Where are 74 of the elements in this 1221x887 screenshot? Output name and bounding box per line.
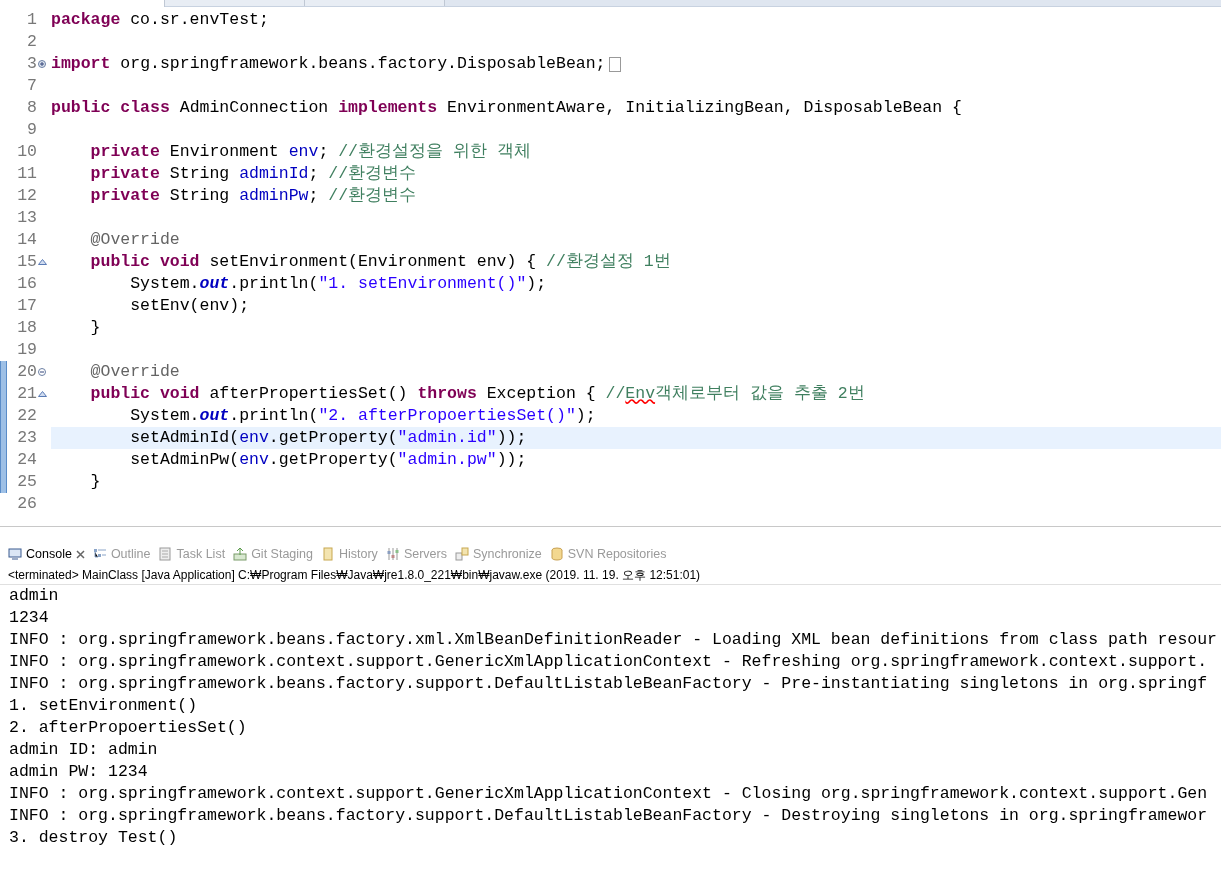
console-line: INFO : org.springframework.context.support.GenericXmlApplicationContext - Refreshing org.springframework.context.support. xyxy=(9,650,1208,673)
line-number: 23 xyxy=(17,426,37,449)
collapse-icon[interactable] xyxy=(38,368,46,376)
line-number: 22 xyxy=(17,404,37,427)
override-icon xyxy=(38,259,47,265)
code-line: package co.sr.envTest; xyxy=(51,8,269,31)
code-line: public class AdminConnection implements EnvironmentAware, InitializingBean, DisposableBean { xyxy=(51,96,962,119)
code-line: import org.springframework.beans.factory.DisposableBean; xyxy=(51,52,606,75)
line-number: 24 xyxy=(17,448,37,471)
clipboard-icon xyxy=(158,547,173,561)
code-line: private String adminId; //환경변수 xyxy=(89,162,417,185)
code-line: } xyxy=(89,470,101,493)
line-number: 20 xyxy=(17,360,37,383)
line-number: 15 xyxy=(17,250,37,273)
code-line: setAdminPw(env.getProperty("admin.pw")); xyxy=(129,448,527,471)
expand-icon[interactable] xyxy=(38,60,46,68)
monitor-icon xyxy=(8,547,22,561)
console-line: 2. afterPropoertiesSet() xyxy=(9,716,247,739)
console-status: <terminated> MainClass [Java Application] C:₩Program Files₩Java₩jre1.8.0_221₩bin₩javaw.exe (2019. 11. 19. 오후 12:51:01) xyxy=(8,566,701,584)
line-number: 8 xyxy=(27,96,37,119)
line-number: 7 xyxy=(27,74,37,97)
view-tab[interactable]: History xyxy=(316,543,382,565)
close-icon[interactable] xyxy=(75,549,85,559)
code-line: setAdminId(env.getProperty("admin.id")); xyxy=(129,426,527,449)
code-line: @Override xyxy=(89,228,180,251)
line-number: 13 xyxy=(17,206,37,229)
view-tab[interactable]: Task List xyxy=(154,543,230,565)
console-line: 3. destroy Test() xyxy=(9,826,178,849)
view-tab[interactable]: Git Staging xyxy=(229,543,317,565)
view-tab[interactable]: Synchronize xyxy=(450,543,546,565)
console-line: INFO : org.springframework.beans.factory.xml.XmlBeanDefinitionReader - Loading XML bean definitions from class path resour xyxy=(9,628,1217,651)
console-line: INFO : org.springframework.beans.factory.support.DefaultListableBeanFactory - Pre-instantiating singletons in org.springf xyxy=(9,672,1208,695)
sync-icon xyxy=(454,547,469,561)
console-line: admin xyxy=(9,585,59,607)
console-line: admin ID: admin xyxy=(9,738,158,761)
line-number: 1 xyxy=(27,8,37,31)
list-icon xyxy=(92,547,107,561)
line-number: 19 xyxy=(17,338,37,361)
override-icon xyxy=(38,391,47,397)
line-number: 16 xyxy=(17,272,37,295)
line-number: 25 xyxy=(17,470,37,493)
code-line: System.out.println("1. setEnvironment()"); xyxy=(129,272,547,295)
line-number: 26 xyxy=(17,492,37,515)
code-line: System.out.println("2. afterPropoertiesSet()"); xyxy=(129,404,596,427)
view-tab[interactable]: SVN Repositories xyxy=(545,543,671,565)
console-line: admin PW: 1234 xyxy=(9,760,148,783)
code-line: } xyxy=(89,316,101,339)
console-line: 1234 xyxy=(9,606,49,629)
folded-code-box[interactable] xyxy=(608,56,621,72)
line-number: 17 xyxy=(17,294,37,317)
upload-icon xyxy=(233,547,248,561)
line-number: 18 xyxy=(17,316,37,339)
line-number: 9 xyxy=(27,118,37,141)
console-line: 1. setEnvironment() xyxy=(9,694,198,717)
console-line: INFO : org.springframework.context.support.GenericXmlApplicationContext - Closing org.springframework.context.support.Gen xyxy=(9,782,1208,805)
line-number: 21 xyxy=(17,382,37,405)
view-tab[interactable]: Servers xyxy=(381,543,451,565)
code-line: public void afterPropertiesSet() throws Exception { //Env객체로부터 값을 추출 2번 xyxy=(89,382,865,405)
code-line: private String adminPw; //환경변수 xyxy=(89,184,417,207)
line-number: 10 xyxy=(17,140,37,163)
code-line: @Override xyxy=(89,360,180,383)
database-icon xyxy=(549,547,564,561)
console-line: INFO : org.springframework.beans.factory.support.DefaultListableBeanFactory - Destroying singletons in org.springframewor xyxy=(9,804,1208,827)
line-number: 2 xyxy=(27,30,37,53)
code-line: public void setEnvironment(Environment env) { //환경설정 1번 xyxy=(89,250,671,273)
sliders-icon xyxy=(385,547,400,561)
line-number: 11 xyxy=(17,162,37,185)
view-tab[interactable]: Outline xyxy=(88,543,155,565)
document-icon xyxy=(320,547,335,561)
line-number: 3 xyxy=(27,52,37,75)
line-number: 14 xyxy=(17,228,37,251)
code-line: private Environment env; //환경설정을 위한 객체 xyxy=(89,140,531,163)
code-line: setEnv(env); xyxy=(129,294,250,317)
line-number: 12 xyxy=(17,184,37,207)
